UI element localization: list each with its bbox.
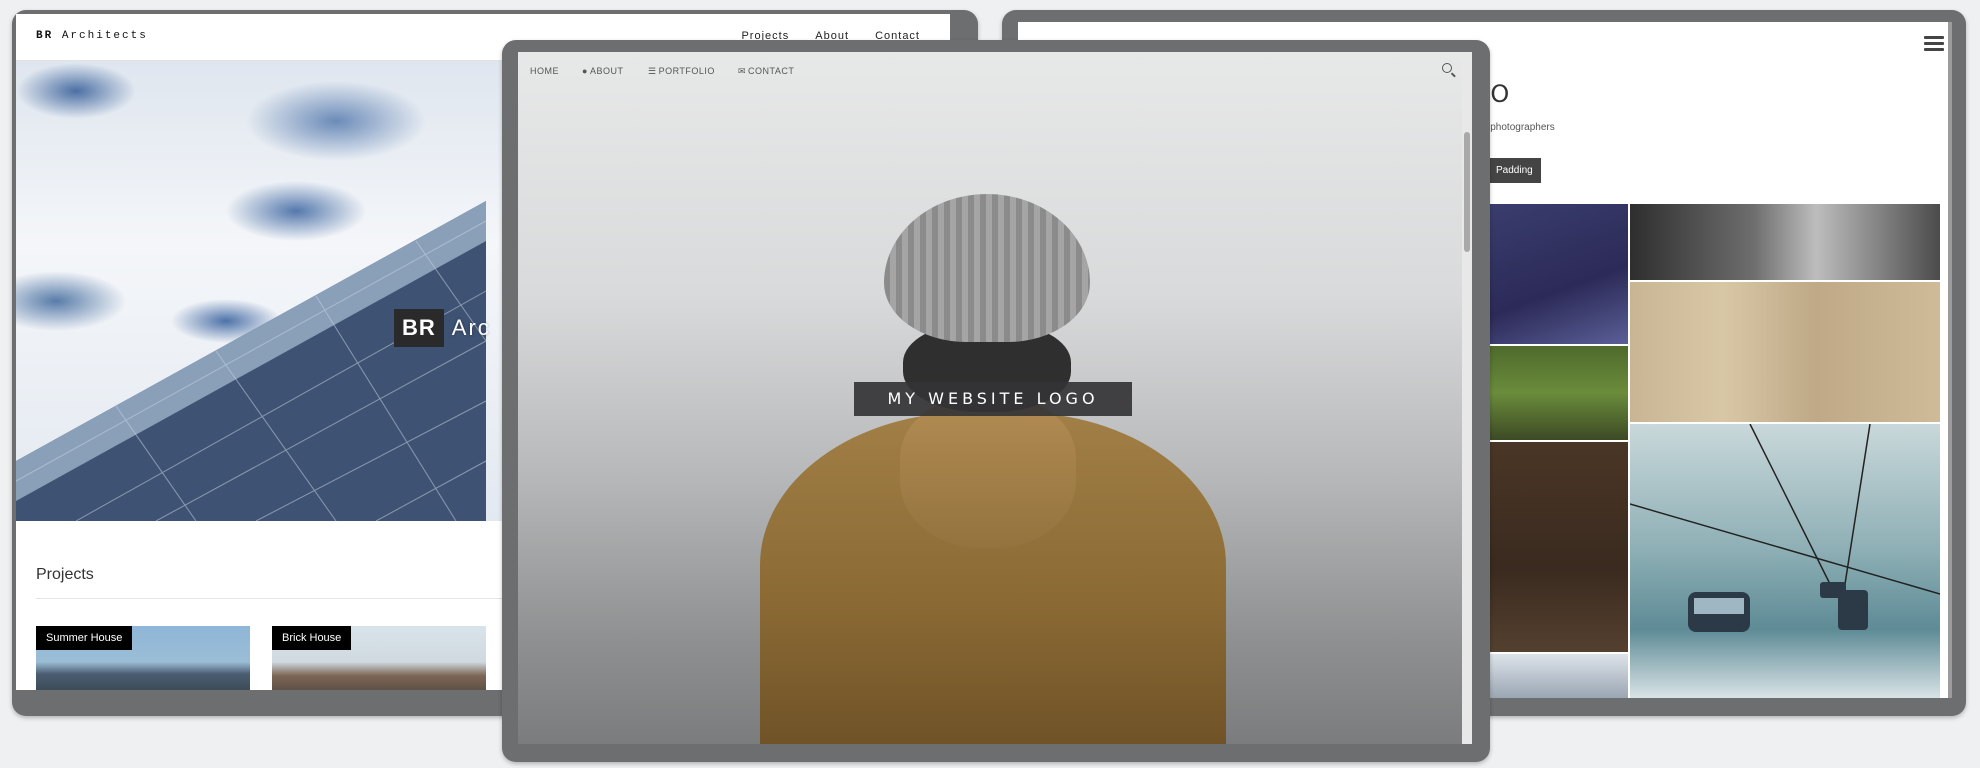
gallery-tile-city[interactable] <box>1478 654 1628 698</box>
scrollbar-thumb[interactable] <box>1464 132 1470 252</box>
hamburger-icon[interactable] <box>1924 36 1944 52</box>
project-label: Brick House <box>272 626 352 650</box>
arch-hero-badge-text: Arc <box>451 315 491 340</box>
envelope-icon: ✉ <box>738 66 747 76</box>
cable-car-graphic <box>1630 424 1940 632</box>
top-nav: HOME ● ABOUT ☰ PORTFOLIO ✉ CONTACT <box>518 52 1472 88</box>
gallery-tile-coffee[interactable] <box>1478 442 1628 652</box>
nav-contact-label: CONTACT <box>748 66 795 76</box>
gallery-tile-misty-forest[interactable] <box>1630 204 1940 280</box>
gallery-tile-greenery[interactable] <box>1478 346 1628 440</box>
project-card-summer-house[interactable]: Summer House <box>36 626 250 690</box>
nav-home-label: HOME <box>530 66 559 76</box>
arch-section-title: Projects <box>36 566 94 583</box>
gallery-tile-cable-car[interactable] <box>1630 424 1940 698</box>
project-label: Summer House <box>36 626 133 650</box>
arch-hero-badge-box: BR <box>394 309 444 347</box>
arch-logo[interactable]: BR Architects <box>36 30 148 42</box>
nav-contact[interactable]: ✉ CONTACT <box>738 66 794 77</box>
nav-home[interactable]: HOME <box>530 66 559 76</box>
search-icon[interactable] <box>1442 63 1452 73</box>
arch-hero-badge: BR Arc <box>394 309 491 347</box>
right-scrollbar[interactable] <box>1948 22 1952 698</box>
list-icon: ☰ <box>648 66 657 76</box>
website-logo[interactable]: MY WEBSITE LOGO <box>854 382 1132 416</box>
center-scrollbar[interactable] <box>1462 52 1472 744</box>
nav-portfolio-label: PORTFOLIO <box>658 66 715 76</box>
nav-portfolio[interactable]: ☰ PORTFOLIO <box>648 66 715 77</box>
nav-about-label: ABOUT <box>589 66 624 76</box>
center-screenshot: HOME ● ABOUT ☰ PORTFOLIO ✉ CONTACT MY WEBSI… <box>518 52 1472 744</box>
nav-about[interactable]: ● ABOUT <box>582 66 623 76</box>
gallery-tile-tshirt[interactable] <box>1478 204 1628 344</box>
padding-button[interactable]: Padding <box>1488 158 1541 183</box>
arch-logo-bold: BR <box>36 30 54 42</box>
arch-logo-text: Architects <box>61 30 148 42</box>
project-card-brick-house[interactable]: Brick House <box>272 626 486 690</box>
user-icon: ● <box>582 66 588 76</box>
person-hood <box>900 398 1076 548</box>
gallery-tile-typewriter[interactable] <box>1630 282 1940 422</box>
